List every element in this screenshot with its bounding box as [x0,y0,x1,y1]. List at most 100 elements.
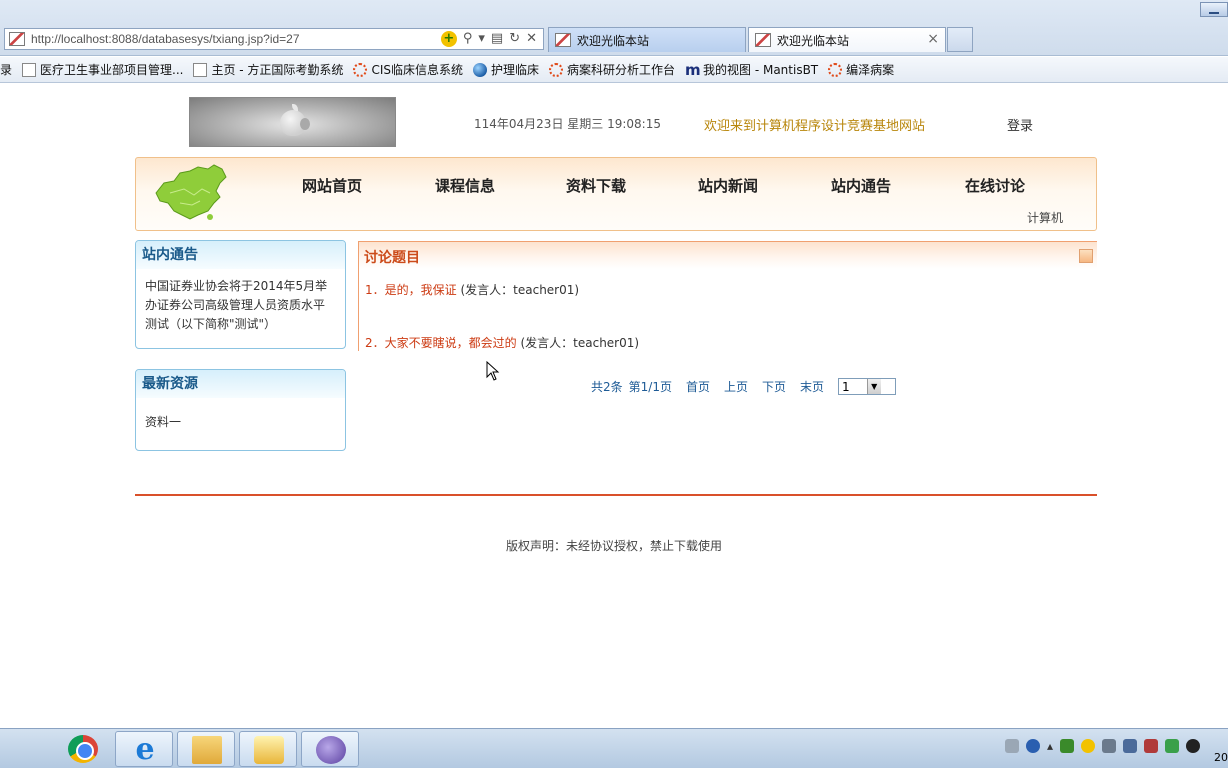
taskbar-ie[interactable]: e [115,731,173,767]
notice-title: 站内通告 [136,241,345,269]
dropdown-icon[interactable]: ▾ [478,31,485,47]
footer-divider [135,494,1097,496]
tab-label: 欢迎光临本站 [777,33,850,48]
topic-link[interactable]: 2．大家不要瞎说，都会过的 [365,336,517,350]
topic-row: 1．是的，我保证 (发言人：teacher01) [365,281,579,298]
favorite-label: 主页 - 方正国际考勤系统 [211,63,344,77]
resources-box: 最新资源 资料一 [135,369,346,451]
compat-view-icon[interactable]: + [440,31,457,47]
globe-icon [472,62,487,77]
tab-page-icon [555,33,571,47]
browser-tab-2[interactable]: 欢迎光临本站 × [748,27,946,52]
shield-icon[interactable] [1165,739,1179,753]
refresh-icon[interactable]: ↻ [509,31,520,47]
nav-notices[interactable]: 站内通告 [831,175,891,196]
nav-courses[interactable]: 课程信息 [435,175,495,196]
china-map-icon [155,164,227,220]
topic-author: (发言人：teacher01) [520,336,640,350]
pager-prev[interactable]: 上页 [724,378,748,395]
network-icon[interactable] [1060,739,1074,753]
spinner-icon [353,62,368,77]
device-icon[interactable] [1102,739,1116,753]
search-icon[interactable]: ⚲ [463,31,473,47]
qq-icon[interactable] [1186,739,1200,753]
page-icon [9,32,25,46]
header-datetime: 114年04月23日 星期三 19:08:15 [474,117,661,131]
close-tab-icon[interactable]: × [927,31,939,47]
system-tray: ▴ [1004,739,1200,753]
browser-tab-1[interactable]: 欢迎光临本站 [548,27,746,52]
topic-link[interactable]: 1．是的，我保证 [365,283,457,297]
nav-sub-label[interactable]: 计算机 [1027,209,1063,226]
page-select[interactable]: 1 ▼ [838,378,896,395]
update-icon[interactable] [1081,739,1095,753]
favorite-item[interactable]: 护理临床 [472,61,539,78]
topic-author: (发言人：teacher01) [460,283,580,297]
tray-arrow-icon[interactable]: ▴ [1047,739,1053,753]
notice-text[interactable]: 中国证券业协会将于2014年5月举办证券公司高级管理人员资质水平测试（以下简称"… [136,269,345,334]
favorite-label: 病案科研分析工作台 [567,63,676,77]
favorite-label: 录 [0,63,13,77]
apple-logo-icon [280,104,310,136]
favorite-item[interactable]: 医疗卫生事业部项目管理... [22,61,183,78]
taskbar-explorer[interactable] [177,731,235,767]
mail-icon [254,736,284,764]
ie-page-icon [22,62,37,77]
favorite-item[interactable]: 主页 - 方正国际考勤系统 [193,61,343,78]
new-tab-button[interactable] [947,27,973,52]
mantis-m-icon: m [685,60,701,79]
pager-next[interactable]: 下页 [762,378,786,395]
spinner-icon [828,62,843,77]
favorite-item[interactable]: 病案科研分析工作台 [549,61,675,78]
taskbar-chrome[interactable] [54,731,112,767]
login-link[interactable]: 登录 [1007,115,1033,134]
banner-image [189,97,396,147]
address-bar[interactable]: http://localhost:8088/databasesys/txiang… [4,28,544,50]
favorite-item[interactable]: m 我的视图 - MantisBT [685,61,818,78]
pager-last[interactable]: 末页 [800,378,824,395]
nav-home[interactable]: 网站首页 [302,175,362,196]
pagination: 共2条 第1/1页 首页 上页 下页 末页 1 ▼ [591,378,896,395]
nav-discussion[interactable]: 在线讨论 [965,175,1025,196]
favorites-bar: 录 医疗卫生事业部项目管理... 主页 - 方正国际考勤系统 CIS临床信息系统… [0,57,1228,83]
more-icon[interactable] [1079,249,1093,263]
welcome-text: 欢迎来到计算机程序设计竞赛基地网站 [704,119,926,134]
tab-page-icon [755,33,771,47]
nav-downloads[interactable]: 资料下载 [566,175,626,196]
taskbar-eclipse[interactable] [301,731,359,767]
ie-icon: e [135,732,155,767]
tab-label: 欢迎光临本站 [577,33,650,48]
chevron-down-icon[interactable]: ▼ [866,379,881,394]
compat-icon[interactable]: ▤ [491,31,503,47]
discussion-title: 讨论题目 [364,250,420,266]
topic-row: 2．大家不要瞎说，都会过的 (发言人：teacher01) [365,334,639,351]
favorite-label: CIS临床信息系统 [371,63,463,77]
taskbar-mail[interactable] [239,731,297,767]
favorite-label: 编泽病案 [846,63,895,77]
ie-page-icon [193,62,208,77]
spinner-icon [549,62,563,77]
resource-item[interactable]: 资料一 [136,398,345,432]
pager-page: 第1/1页 [628,380,672,394]
favorite-item[interactable]: 录 [0,61,12,78]
address-url[interactable]: http://localhost:8088/databasesys/txiang… [31,32,300,46]
keyboard-icon[interactable] [1004,739,1019,753]
signal-icon[interactable] [1123,739,1137,753]
minimize-button[interactable] [1200,2,1228,17]
eclipse-icon [316,736,346,764]
favorite-item[interactable]: CIS临床信息系统 [353,61,463,78]
chrome-icon [68,735,98,763]
favorite-item[interactable]: 编泽病案 [828,61,894,78]
volume-muted-icon[interactable] [1144,739,1158,753]
windows-taskbar: e ▴ 20 [0,728,1228,768]
clock[interactable]: 20 [1214,751,1228,764]
browser-chrome: http://localhost:8088/databasesys/txiang… [0,0,1228,56]
nav-news[interactable]: 站内新闻 [698,175,758,196]
pager-first[interactable]: 首页 [686,378,710,395]
stop-icon[interactable]: ✕ [526,31,537,47]
help-icon[interactable] [1025,739,1040,753]
discussion-header: 讨论题目 [358,241,1097,269]
favorite-label: 我的视图 - MantisBT [703,63,819,77]
address-tools: + ⚲ ▾ ▤ ↻ ✕ [440,31,537,47]
mouse-cursor-icon [486,361,500,381]
